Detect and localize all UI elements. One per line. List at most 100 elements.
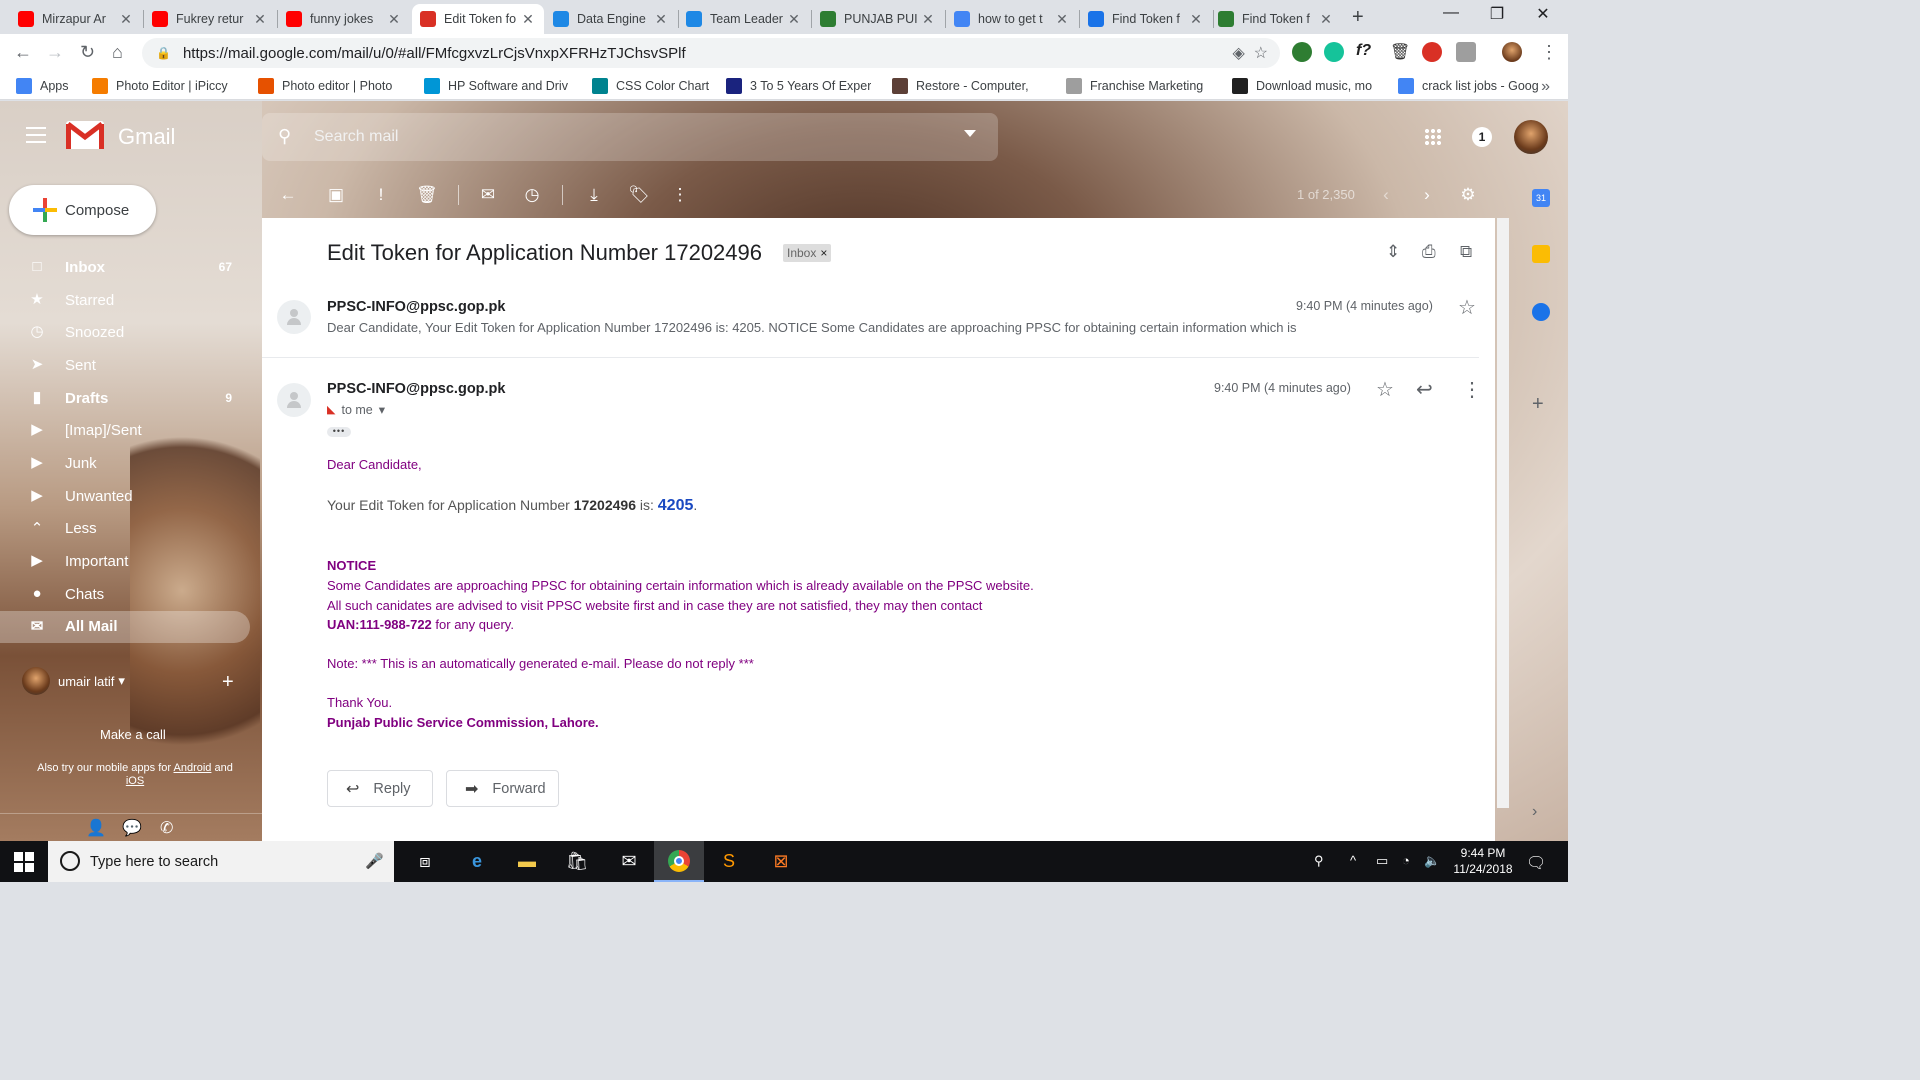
archive-icon[interactable]: ▣ (326, 185, 346, 205)
bookmark-item[interactable]: crack list jobs - Goog (1398, 77, 1548, 94)
taskbar-search-input[interactable]: Type here to search 🎤 (48, 841, 394, 882)
make-a-call-link[interactable]: Make a call (100, 727, 166, 742)
tab-close-icon[interactable]: ✕ (386, 11, 402, 28)
delete-icon[interactable]: 🗑 (416, 185, 438, 205)
sidebar-item-important[interactable]: ▶ Important (0, 545, 250, 578)
tab-close-icon[interactable]: ✕ (1054, 11, 1070, 28)
browser-tab[interactable]: Find Token f ✕ (1210, 4, 1342, 34)
tab-close-icon[interactable]: ✕ (252, 11, 268, 28)
reload-icon[interactable]: ↻ (80, 42, 95, 63)
sidebar-item-chats[interactable]: ● Chats (0, 578, 250, 611)
bookmark-item[interactable]: HP Software and Driv (424, 77, 576, 94)
tab-close-icon[interactable]: ✕ (653, 11, 669, 28)
browser-tab[interactable]: Mirzapur Ar ✕ (10, 4, 142, 34)
compose-button[interactable]: Compose (9, 185, 156, 235)
hangouts-user[interactable]: umair latif ▾ (22, 667, 125, 695)
chrome-profile-avatar[interactable] (1502, 42, 1522, 62)
bookmark-item[interactable]: Photo Editor | iPiccy (92, 77, 242, 94)
sublime-text-icon[interactable]: S (704, 841, 754, 882)
keep-icon[interactable] (1532, 245, 1550, 263)
gmail-logo-icon[interactable] (66, 121, 104, 149)
tab-close-icon[interactable]: ✕ (786, 11, 802, 28)
sidebar-item-unwanted[interactable]: ▶ Unwanted (0, 480, 250, 513)
mail-icon[interactable]: ✉ (604, 841, 654, 882)
xampp-icon[interactable]: ⊠ (756, 841, 806, 882)
sidebar-item-starred[interactable]: ★ Starred (0, 284, 250, 317)
star-icon[interactable]: ☆ (1376, 377, 1394, 402)
tab-close-icon[interactable]: ✕ (1188, 11, 1204, 28)
wifi-icon[interactable]: ◔ (1402, 853, 1410, 868)
search-options-icon[interactable] (964, 130, 976, 137)
notifications-badge[interactable]: 1 (1472, 127, 1492, 147)
browser-tab[interactable]: Edit Token fo ✕ (412, 4, 544, 34)
collapse-panel-icon[interactable]: › (1532, 803, 1550, 821)
bookmark-item[interactable]: Apps (16, 77, 76, 94)
message-scrollbar[interactable] (1497, 218, 1509, 808)
snooze-icon[interactable]: ◷ (522, 185, 542, 205)
back-to-list-icon[interactable]: ← (278, 185, 298, 205)
sidebar-item-inbox[interactable]: □ Inbox 67 (0, 251, 250, 284)
main-menu-icon[interactable] (26, 127, 46, 148)
browser-tab[interactable]: Fukrey retur ✕ (144, 4, 276, 34)
sidebar-item-snoozed[interactable]: ◷ Snoozed (0, 316, 250, 349)
task-view-icon[interactable]: ⧈ (400, 841, 450, 882)
forward-icon[interactable]: → (46, 42, 64, 63)
forward-button[interactable]: ➡ Forward (446, 770, 559, 807)
expand-all-icon[interactable]: ⇕ (1386, 242, 1400, 262)
star-icon[interactable]: ☆ (1458, 295, 1476, 320)
recipients-toggle[interactable]: ◣ to me ▾ (327, 402, 385, 418)
file-explorer-icon[interactable]: ▬ (502, 841, 552, 882)
report-spam-icon[interactable]: ! (371, 185, 391, 205)
bookmark-item[interactable]: CSS Color Chart (592, 77, 710, 94)
tab-close-icon[interactable]: ✕ (1318, 11, 1334, 28)
sidebar-item-imap-sent[interactable]: ▶ [Imap]/Sent (0, 414, 250, 447)
chrome-menu-icon[interactable]: ⋮ (1540, 42, 1558, 63)
edge-icon[interactable]: e (452, 841, 502, 882)
add-contact-icon[interactable]: + (222, 671, 234, 694)
sidebar-item-all-mail[interactable]: ✉ All Mail (0, 610, 250, 644)
sidebar-item-sent[interactable]: ➤ Sent (0, 349, 250, 382)
profile-ext-icon[interactable] (1456, 42, 1476, 62)
home-icon[interactable]: ⌂ (112, 42, 123, 63)
bookmark-item[interactable]: 3 To 5 Years Of Exper (726, 77, 876, 94)
bookmark-item[interactable]: Download music, mo (1232, 77, 1382, 94)
inbox-label-chip[interactable]: Inbox × (783, 244, 832, 262)
battery-icon[interactable]: ▭ (1376, 853, 1388, 869)
store-icon[interactable]: 🛍 (552, 841, 602, 882)
browser-tab[interactable]: Find Token f ✕ (1080, 4, 1212, 34)
open-new-window-icon[interactable]: ⧉ (1460, 242, 1472, 262)
browser-tab[interactable]: Data Engine ✕ (545, 4, 677, 34)
maximize-button[interactable]: ❐ (1474, 4, 1520, 24)
sidebar-item-junk[interactable]: ▶ Junk (0, 447, 250, 480)
show-trimmed-content-button[interactable]: ••• (327, 427, 351, 437)
android-link[interactable]: Android (174, 762, 212, 774)
bookmark-item[interactable]: Franchise Marketing (1066, 77, 1216, 94)
bookmark-item[interactable]: Restore - Computer, (892, 77, 1050, 94)
get-addons-icon[interactable]: + (1532, 393, 1550, 415)
microphone-icon[interactable]: 🎤 (365, 852, 384, 870)
minimize-button[interactable]: — (1428, 4, 1474, 22)
browser-tab[interactable]: how to get t ✕ (946, 4, 1078, 34)
action-center-icon[interactable]: 🗨 (1526, 853, 1546, 873)
browser-tab[interactable]: funny jokes ✕ (278, 4, 410, 34)
tab-close-icon[interactable]: ✕ (118, 11, 134, 28)
extension-icon[interactable] (1292, 42, 1312, 62)
windows-start-icon[interactable] (14, 852, 34, 872)
hangouts-icon[interactable]: 💬 (122, 818, 142, 838)
chrome-icon[interactable] (654, 841, 704, 882)
tab-close-icon[interactable]: ✕ (920, 11, 936, 28)
browser-tab[interactable]: PUNJAB PUI ✕ (812, 4, 944, 34)
settings-gear-icon[interactable]: ⚙ (1458, 185, 1478, 205)
google-apps-icon[interactable] (1424, 128, 1442, 146)
reply-button[interactable]: ↩ Reply (327, 770, 433, 807)
address-bar[interactable]: 🔒 https://mail.google.com/mail/u/0/#all/… (142, 38, 1280, 68)
remove-label-icon[interactable]: × (820, 246, 827, 260)
reply-icon[interactable]: ↩ (1416, 377, 1433, 402)
print-icon[interactable]: ⎙ (1422, 242, 1436, 262)
calendar-icon[interactable]: 31 (1532, 189, 1550, 207)
bookmarks-overflow-icon[interactable]: » (1541, 78, 1550, 96)
formula-icon[interactable]: f? (1356, 42, 1376, 62)
label-icon[interactable]: 🏷 (628, 185, 650, 205)
close-window-button[interactable]: ✕ (1520, 4, 1566, 24)
people-icon[interactable]: ⚲ (1314, 853, 1324, 869)
